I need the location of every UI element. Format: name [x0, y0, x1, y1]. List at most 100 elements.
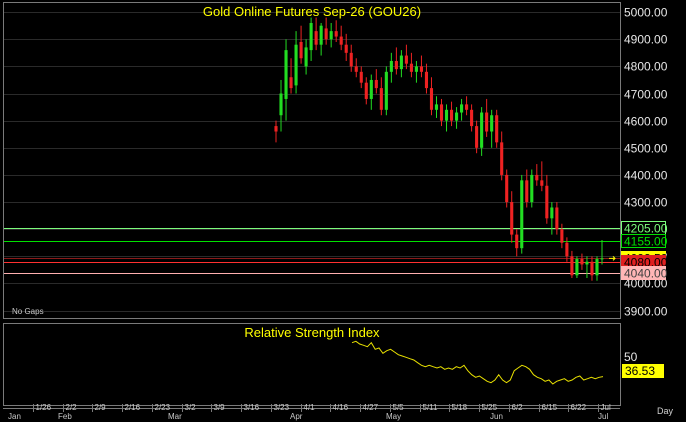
x-tick-label: 3/9 [214, 403, 226, 412]
candle-body [449, 109, 454, 121]
y-tick-label: 4800.00 [624, 60, 668, 74]
x-tick-label: 2/23 [155, 403, 171, 412]
x-tick-label: 2/16 [125, 403, 141, 412]
x-tick-label: 6/22 [571, 403, 587, 412]
x-tick-label: 5/11 [423, 403, 439, 412]
candle-body [384, 71, 388, 110]
y-tick-label: 4700.00 [624, 88, 668, 102]
grid [4, 12, 620, 312]
candle-body [339, 36, 343, 45]
chart-canvas: 3900.004000.004100.004200.004300.004400.… [3, 2, 674, 421]
candle-body [304, 47, 308, 67]
candle-body [349, 52, 353, 67]
candle-body [520, 180, 524, 249]
candle-body [419, 66, 424, 72]
candle-body [525, 180, 529, 203]
candle-body [354, 66, 358, 72]
candle-body [444, 109, 449, 121]
candle-body [535, 174, 539, 181]
candle-body [555, 207, 559, 230]
candle-body [505, 174, 509, 203]
x-tick-label: 6/15 [542, 403, 558, 412]
candle-body [490, 115, 494, 132]
candle-body [329, 31, 333, 40]
candle-body [404, 55, 408, 64]
candle-body [324, 28, 328, 40]
y-tick-label: 4900.00 [624, 33, 668, 47]
candle-body [439, 104, 444, 121]
candle-body [465, 104, 469, 110]
candle-body [274, 126, 278, 132]
level-label: 4205.00 [624, 222, 668, 236]
candle-body [485, 112, 489, 132]
candle-body [399, 55, 403, 70]
candle-body [550, 207, 554, 219]
candle-body [530, 174, 534, 203]
candle-body [369, 79, 373, 99]
x-tick-label: 3/2 [185, 403, 197, 412]
x-month-label: Jul [598, 412, 608, 421]
candle-body [364, 82, 368, 99]
candle-body [334, 31, 338, 37]
x-month-label: Jun [490, 412, 503, 421]
rsi-current-label: 36.53 [625, 364, 655, 378]
candle-body [454, 112, 459, 121]
candle-body [470, 109, 474, 127]
x-tick-label: 4/1 [304, 403, 316, 412]
candle-body [314, 31, 318, 45]
candle-body [414, 66, 418, 72]
x-tick-label: 4/27 [363, 403, 379, 412]
timeframe-label: Day [657, 406, 674, 416]
candle-body [500, 142, 504, 175]
x-tick-label: 2/9 [95, 403, 107, 412]
candle-body [374, 79, 378, 89]
candle-body [570, 256, 574, 276]
level-label: 4040.00 [624, 267, 668, 281]
candle-body [495, 115, 499, 143]
candle-body [565, 242, 569, 257]
candle-body [429, 88, 434, 110]
x-month-label: Mar [168, 412, 182, 421]
x-month-label: Jan [8, 412, 21, 421]
y-tick-label: 4600.00 [624, 115, 668, 129]
candle-body [510, 202, 514, 235]
candle-body [289, 77, 293, 89]
candle-body [575, 259, 579, 276]
candle-body [379, 88, 383, 110]
rsi-line [351, 340, 604, 385]
candle-body [600, 258, 604, 260]
candle-body [344, 44, 348, 53]
candle-body [394, 60, 398, 70]
candle-body [284, 50, 288, 99]
candle-body [359, 71, 363, 83]
x-tick-label: 2/2 [66, 403, 78, 412]
level-label: 4155.00 [624, 235, 668, 249]
candle-body [590, 261, 594, 276]
candle-body [515, 234, 519, 249]
candle-body [279, 93, 283, 116]
candle-body [585, 261, 589, 265]
x-axis: 1/26 2/2 2/9 2/16 2/23 3/2 3/9 3/16 3/23 4/1 4/16 4… [8, 403, 611, 421]
level-lines [4, 228, 620, 274]
candle-body [480, 112, 484, 148]
candle-body [409, 63, 413, 72]
y-tick-label: 5000.00 [624, 6, 668, 20]
candle-body [460, 104, 464, 113]
candle-body [475, 126, 479, 148]
x-tick-label: 3/16 [244, 403, 260, 412]
candle-body [545, 185, 549, 219]
x-tick-label: 5/5 [393, 403, 405, 412]
x-tick-label: 3/23 [274, 403, 290, 412]
candle-body [319, 25, 323, 45]
y-tick-label: 4500.00 [624, 142, 668, 156]
candle-body [389, 60, 393, 72]
x-month-label: Feb [58, 412, 72, 421]
candle-body [424, 71, 429, 89]
candle-body [309, 22, 313, 51]
rsi-title: Relative Strength Index [244, 325, 380, 340]
candle-body [299, 41, 303, 59]
x-month-label: Apr [290, 412, 303, 421]
chart-title: Gold Online Futures Sep-26 (GOU26) [203, 4, 421, 19]
rsi-level-label: 50 [624, 350, 638, 364]
x-tick-label: 6/2 [512, 403, 524, 412]
